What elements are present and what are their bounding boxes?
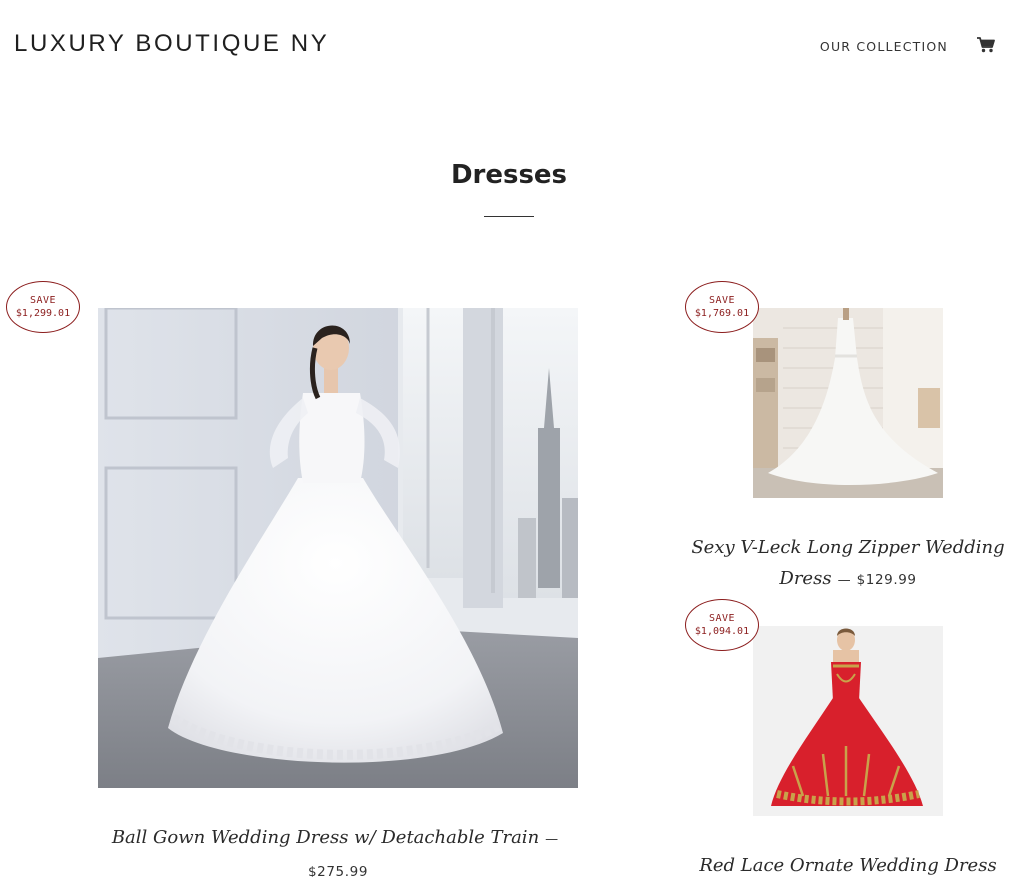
product-name: Red Lace Ornate Wedding Dress bbox=[699, 855, 997, 876]
badge-label: SAVE bbox=[708, 613, 736, 624]
site-logo[interactable]: LUXURY BOUTIQUE NY bbox=[14, 30, 329, 58]
title-divider bbox=[484, 216, 534, 217]
sale-badge: SAVE $1,299.01 bbox=[6, 281, 80, 333]
badge-amount: $1,094.01 bbox=[694, 626, 750, 637]
nav-our-collection[interactable]: OUR COLLECTION bbox=[820, 39, 948, 54]
sale-badge: SAVE $1,769.01 bbox=[685, 281, 759, 333]
product-image-red-lace-dress[interactable] bbox=[753, 626, 943, 816]
price-separator: — bbox=[837, 573, 851, 588]
price-separator: — bbox=[545, 832, 559, 847]
page-title: Dresses bbox=[450, 160, 568, 190]
site-header: LUXURY BOUTIQUE NY OUR COLLECTION bbox=[0, 0, 1026, 92]
product-price: $275.99 bbox=[307, 864, 369, 877]
badge-amount: $1,769.01 bbox=[694, 308, 750, 319]
badge-label: SAVE bbox=[708, 295, 736, 306]
product-name-line-2: Dress bbox=[779, 568, 832, 589]
product-title-ball-gown[interactable]: Ball Gown Wedding Dress w/ Detachable Tr… bbox=[98, 822, 578, 877]
product-name: Ball Gown Wedding Dress w/ Detachable Tr… bbox=[111, 827, 540, 848]
product-title-v-neck-dress[interactable]: Sexy V-Leck Long Zipper Wedding Dress — $1… bbox=[688, 532, 1008, 596]
badge-amount: $1,299.01 bbox=[15, 308, 71, 319]
product-title-red-lace-dress[interactable]: Red Lace Ornate Wedding Dress bbox=[688, 850, 1008, 877]
product-image-v-neck-dress[interactable] bbox=[753, 308, 943, 498]
product-name-line-1: Sexy V-Leck Long Zipper Wedding bbox=[691, 537, 1005, 558]
product-image-ball-gown[interactable] bbox=[98, 308, 578, 788]
cart-icon[interactable] bbox=[976, 36, 996, 54]
sale-badge: SAVE $1,094.01 bbox=[685, 599, 759, 651]
product-price: $129.99 bbox=[856, 572, 917, 588]
badge-label: SAVE bbox=[29, 295, 57, 306]
